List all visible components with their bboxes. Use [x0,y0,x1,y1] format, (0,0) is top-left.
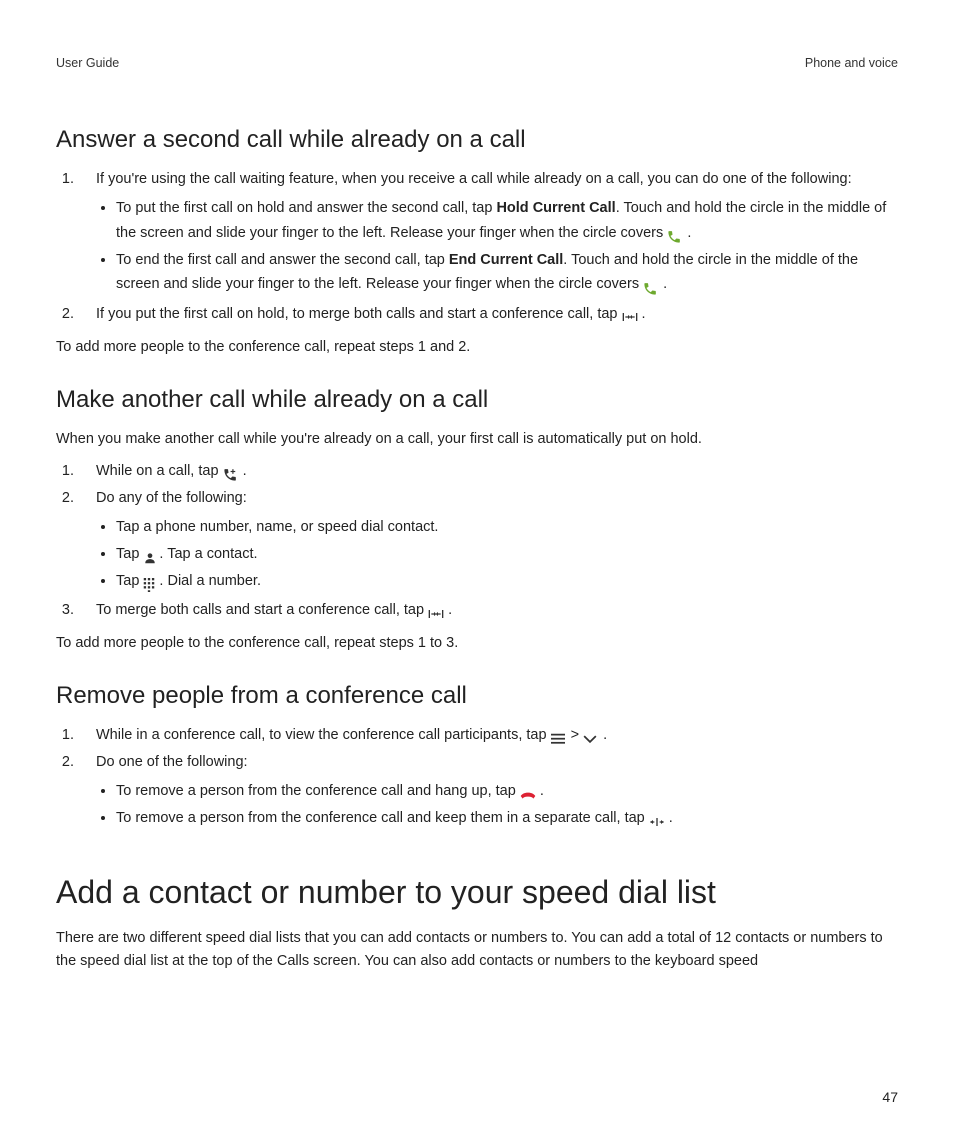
bold-label: End Current Call [449,252,563,268]
text: To put the first call on hold and answer… [116,200,496,216]
period: . [638,306,646,322]
step-text: To merge both calls and start a conferen… [96,602,428,618]
list-item: To end the first call and answer the sec… [116,248,898,297]
page: User Guide Phone and voice Answer a seco… [0,0,954,1145]
heading-make-another-call: Make another call while already on a cal… [56,386,898,414]
merge-calls-icon [622,306,638,320]
chevron-down-icon [583,727,599,741]
step-text: Do one of the following: [96,754,248,770]
text: To end the first call and answer the sec… [116,252,449,268]
list-item: To remove a person from the conference c… [116,806,898,831]
list-item: To remove a person from the conference c… [116,779,898,804]
period: . [665,810,673,826]
period: . [659,276,667,292]
step-text: If you're using the call waiting feature… [96,171,852,187]
list-item: Do one of the following: To remove a per… [78,751,898,831]
steps-remove-people: While in a conference call, to view the … [56,724,898,830]
text: Tap [116,546,143,562]
list-item: If you put the first call on hold, to me… [78,303,898,325]
list-item: To merge both calls and start a conferen… [78,599,898,621]
note-text: To add more people to the conference cal… [56,632,898,654]
heading-remove-people: Remove people from a conference call [56,682,898,710]
sub-bullets: To remove a person from the conference c… [96,779,898,830]
dialpad-icon [143,573,159,587]
step-text: Do any of the following: [96,490,247,506]
header-left: User Guide [56,56,119,70]
period: . [536,783,544,799]
list-item: To put the first call on hold and answer… [116,196,898,245]
list-item: Tap . Tap a contact. [116,542,898,567]
page-number: 47 [882,1089,898,1105]
header-right: Phone and voice [805,56,898,70]
text: Tap [116,573,143,589]
heading-speed-dial: Add a contact or number to your speed di… [56,874,898,911]
note-text: To add more people to the conference cal… [56,336,898,358]
list-item: Tap . Dial a number. [116,569,898,594]
menu-icon [551,727,567,741]
intro-text: When you make another call while you're … [56,428,898,450]
period: . [683,225,691,241]
list-item: If you're using the call waiting feature… [78,168,898,297]
merge-calls-icon [428,602,444,616]
text: . Dial a number. [159,573,261,589]
period: . [599,727,607,743]
hangup-icon [520,783,536,797]
text: . Tap a contact. [159,546,257,562]
text: To remove a person from the conference c… [116,810,649,826]
list-item: While on a call, tap . [78,460,898,482]
steps-answer-second-call: If you're using the call waiting feature… [56,168,898,326]
page-header: User Guide Phone and voice [56,56,898,70]
step-text: While on a call, tap [96,463,223,479]
body-text: There are two different speed dial lists… [56,927,898,972]
period: . [444,602,452,618]
add-call-icon [223,464,239,478]
chevron-separator: > [571,727,584,743]
text: To remove a person from the conference c… [116,783,520,799]
list-item: While in a conference call, to view the … [78,724,898,746]
step-text: While in a conference call, to view the … [96,727,551,743]
steps-make-another-call: While on a call, tap . Do any of the fol… [56,460,898,621]
list-item: Do any of the following: Tap a phone num… [78,487,898,593]
phone-answer-icon [643,277,659,291]
bold-label: Hold Current Call [496,200,615,216]
sub-bullets: To put the first call on hold and answer… [96,196,898,297]
period: . [239,463,247,479]
heading-answer-second-call: Answer a second call while already on a … [56,126,898,154]
contact-icon [143,546,159,560]
phone-answer-icon [667,225,683,239]
sub-bullets: Tap a phone number, name, or speed dial … [96,515,898,593]
split-call-icon [649,810,665,824]
step-text: If you put the first call on hold, to me… [96,306,622,322]
list-item: Tap a phone number, name, or speed dial … [116,515,898,540]
